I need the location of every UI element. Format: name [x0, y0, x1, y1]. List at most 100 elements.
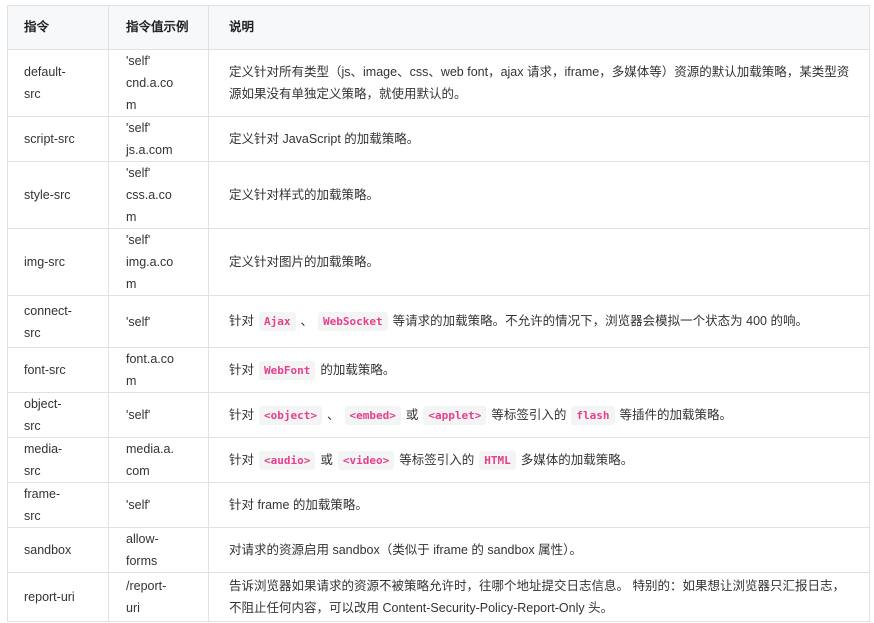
example-cell: media.a. com	[108, 437, 209, 483]
description-text: 告诉浏览器如果请求的资源不被策略允许时，往哪个地址提交日志信息。 特别的：如果想…	[229, 579, 845, 615]
table-row: font-src font.a.co m 针对 WebFont 的加载策略。	[7, 347, 870, 393]
example-cell: font.a.co m	[108, 347, 209, 393]
example-cell: /report-uri	[108, 572, 209, 622]
description-cell: 针对 <object> 、 <embed> 或 <applet> 等标签引入的 flash 等插…	[208, 392, 870, 438]
example-text: font.a.co	[126, 352, 174, 366]
directive-text: style-src	[24, 188, 71, 202]
directive-text: src	[24, 509, 41, 523]
example-text: cnd.a.co	[126, 76, 174, 90]
table-header: 指令 指令值示例 说明	[7, 5, 870, 50]
table-row: default-src 'self' cnd.a.co m 定义针对所有类型（js、im…	[7, 49, 870, 117]
directive-text: src	[24, 464, 41, 478]
table-body: default-src 'self' cnd.a.co m 定义针对所有类型（js、im…	[7, 49, 870, 622]
description-text: 对请求的资源启用 sandbox（类似于 iframe 的 sandbox 属性…	[229, 543, 582, 557]
example-text: allow-	[126, 532, 159, 546]
description-text: 多媒体的加载策略。	[520, 452, 634, 467]
example-cell: 'self'	[108, 295, 209, 348]
example-text: m	[126, 98, 137, 112]
inline-code: flash	[571, 405, 615, 425]
directive-text: frame-	[24, 487, 61, 501]
inline-code: <embed>	[344, 405, 401, 425]
directive-text: sandbox	[24, 543, 72, 557]
directive-cell: style-src	[7, 161, 109, 229]
description-text: 定义针对所有类型（js、image、css、web font，ajax 请求，i…	[229, 65, 850, 101]
description-text: 定义针对 JavaScript 的加载策略。	[229, 132, 420, 146]
table-row: object-src 'self' 针对 <object> 、 <embed> 或 <appl…	[7, 392, 870, 438]
directive-text: report-uri	[24, 590, 75, 604]
table-row: script-src 'self' js.a.com 定义针对 JavaScript …	[7, 116, 870, 162]
description-cell: 定义针对图片的加载策略。	[208, 228, 870, 296]
description-cell: 针对 Ajax 、 WebSocket 等请求的加载策略。不允许的情况下，浏览器会模拟一…	[208, 295, 870, 348]
directive-text: default-	[24, 65, 66, 79]
directive-cell: default-src	[7, 49, 109, 117]
example-text: 'self'	[126, 233, 151, 247]
example-text: img.a.co	[126, 255, 174, 269]
description-cell: 针对 <audio> 或 <video> 等标签引入的 HTML 多媒体的加载策略。	[208, 437, 870, 483]
example-text: 'self'	[126, 314, 151, 329]
table-row: sandbox allow-forms 对请求的资源启用 sandbox（类似于 i…	[7, 527, 870, 573]
example-cell: 'self' img.a.co m	[108, 228, 209, 296]
description-text: 的加载策略。	[320, 362, 396, 377]
directive-cell: script-src	[7, 116, 109, 162]
example-text: 'self'	[126, 498, 151, 512]
description-cell: 定义针对样式的加载策略。	[208, 161, 870, 229]
table-row: media-src media.a. com 针对 <audio> 或 <video> 等标签…	[7, 437, 870, 483]
description-cell: 告诉浏览器如果请求的资源不被策略允许时，往哪个地址提交日志信息。 特别的：如果想…	[208, 572, 870, 622]
example-text: com	[126, 464, 150, 478]
table-row: report-uri/report-uri 告诉浏览器如果请求的资源不被策略允许时…	[7, 572, 870, 622]
example-text: 'self'	[126, 54, 151, 68]
description-text: 针对 frame 的加载策略。	[229, 498, 368, 512]
example-text: forms	[126, 554, 158, 568]
inline-code: <audio>	[259, 450, 316, 470]
directive-cell: media-src	[7, 437, 109, 483]
inline-code: <object>	[259, 405, 322, 425]
directive-cell: img-src	[7, 228, 109, 296]
header-row: 指令 指令值示例 说明	[7, 5, 870, 50]
description-text: 定义针对样式的加载策略。	[229, 188, 380, 202]
example-cell: 'self' cnd.a.co m	[108, 49, 209, 117]
table-row: img-src 'self' img.a.co m 定义针对图片的加载策略。	[7, 228, 870, 296]
table-row: connect-src 'self' 针对 Ajax 、 WebSocket 等请求的加载策…	[7, 295, 870, 348]
directive-text: src	[24, 87, 41, 101]
description-text: 、	[300, 314, 314, 328]
example-text: media.a.	[126, 442, 174, 456]
example-text: 'self'	[126, 408, 151, 422]
example-text: js.a.com	[126, 143, 173, 157]
inline-code: <video>	[337, 450, 395, 470]
example-cell: 'self'	[108, 392, 209, 438]
example-cell: 'self' css.a.co m	[108, 161, 209, 229]
description-cell: 对请求的资源启用 sandbox（类似于 iframe 的 sandbox 属性…	[208, 527, 870, 573]
description-text: 等标签引入的	[399, 452, 475, 467]
directive-cell: font-src	[7, 347, 109, 393]
description-cell: 针对 frame 的加载策略。	[208, 482, 870, 528]
directive-text: connect-	[24, 303, 72, 318]
example-cell: 'self' js.a.com	[108, 116, 209, 162]
description-text: 或	[405, 407, 419, 422]
directive-cell: report-uri	[7, 572, 109, 622]
directive-text: font-src	[24, 363, 66, 377]
example-text: 'self'	[126, 166, 151, 180]
example-text: m	[126, 374, 137, 388]
description-cell: 定义针对所有类型（js、image、css、web font，ajax 请求，i…	[208, 49, 870, 117]
description-cell: 针对 WebFont 的加载策略。	[208, 347, 870, 393]
directive-text: media-	[24, 442, 63, 456]
directive-cell: sandbox	[7, 527, 109, 573]
table-row: style-src 'self' css.a.co m 定义针对样式的加载策略。	[7, 161, 870, 229]
example-cell: allow-forms	[108, 527, 209, 573]
example-text: uri	[126, 601, 140, 615]
description-text: 定义针对图片的加载策略。	[229, 255, 380, 269]
description-text: 或	[320, 452, 333, 467]
description-text: 、	[327, 407, 340, 422]
example-text: 'self'	[126, 121, 151, 135]
description-text: 等标签引入的	[491, 407, 567, 422]
directive-cell: connect-src	[7, 295, 109, 348]
example-text: m	[126, 277, 137, 291]
description-text: 等请求的加载策略。不允许的情况下，浏览器会模拟一个状态为 400 的响。	[392, 314, 808, 328]
description-text: 针对	[229, 452, 255, 467]
description-text: 针对	[229, 362, 255, 377]
header-description: 说明	[208, 5, 870, 50]
directive-text: object-	[24, 397, 62, 411]
inline-code: WebFont	[259, 360, 316, 380]
directive-text: script-src	[24, 132, 75, 146]
header-example: 指令值示例	[108, 5, 209, 50]
